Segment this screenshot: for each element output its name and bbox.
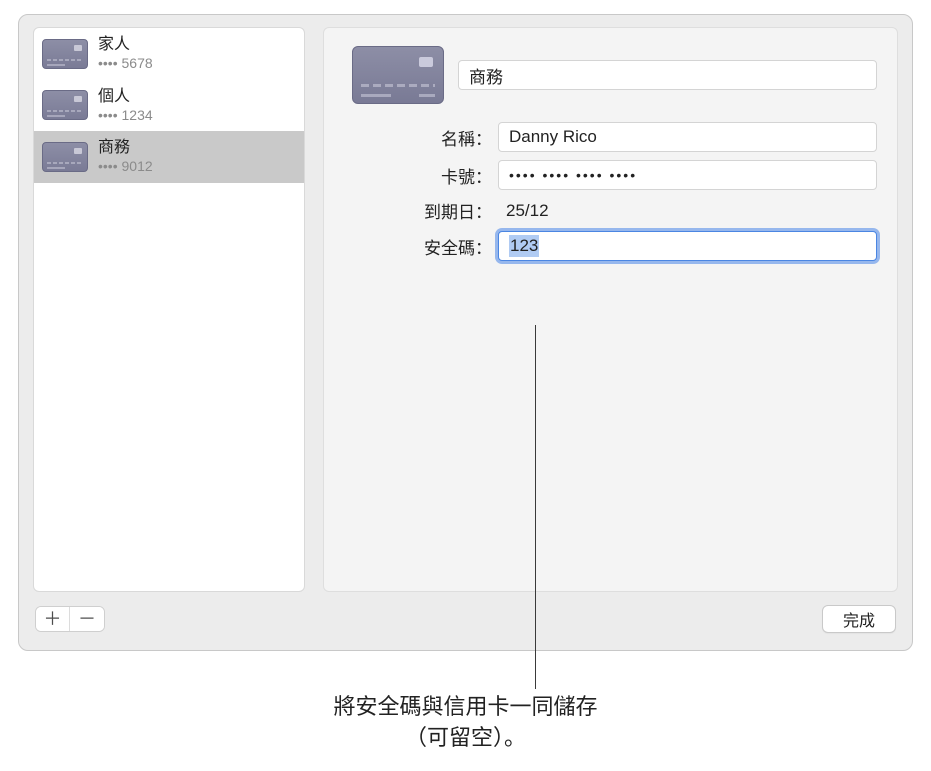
content-area: 家人 •••• 5678 個人 •••• 1234 商務 •••• 9012 [19, 15, 912, 592]
add-remove-group: ＋ － [35, 606, 105, 632]
cards-sidebar-list: 家人 •••• 5678 個人 •••• 1234 商務 •••• 9012 [33, 27, 305, 592]
credit-card-icon [42, 90, 88, 120]
window-footer: ＋ － 完成 [19, 592, 912, 650]
card-item-personal[interactable]: 個人 •••• 1234 [34, 80, 304, 132]
card-item-family[interactable]: 家人 •••• 5678 [34, 28, 304, 80]
expiry-value: 25/12 [498, 201, 549, 221]
credit-card-icon-large [352, 46, 444, 104]
card-number-input[interactable]: •••• •••• •••• •••• [498, 160, 877, 190]
card-item-business[interactable]: 商務 •••• 9012 [34, 131, 304, 183]
expiry-label: 到期日 [352, 198, 498, 223]
form-row-cvv: 安全碼 123 [352, 231, 877, 261]
security-code-input[interactable]: 123 [498, 231, 877, 261]
remove-card-button[interactable]: － [70, 607, 104, 631]
cvv-label: 安全碼 [352, 234, 498, 259]
card-item-last4: •••• 5678 [98, 55, 153, 73]
card-detail-header [352, 46, 877, 104]
card-description-input[interactable] [458, 60, 877, 90]
callout-text: 將安全碼與信用卡一同儲存 （可留空）。 [0, 692, 931, 754]
callout-leader-line [535, 325, 536, 689]
form-row-number: 卡號 •••• •••• •••• •••• [352, 160, 877, 190]
card-item-text: 個人 •••• 1234 [98, 87, 153, 125]
add-card-button[interactable]: ＋ [36, 607, 70, 631]
card-item-title: 商務 [98, 138, 153, 158]
card-item-text: 家人 •••• 5678 [98, 35, 153, 73]
card-item-title: 個人 [98, 87, 153, 107]
card-item-text: 商務 •••• 9012 [98, 138, 153, 176]
form-row-name: 名稱 [352, 122, 877, 152]
card-detail-panel: 名稱 卡號 •••• •••• •••• •••• 到期日 25/12 安全碼 … [323, 27, 898, 592]
done-button[interactable]: 完成 [822, 605, 896, 633]
cardholder-name-input[interactable] [498, 122, 877, 152]
autofill-cards-window: 家人 •••• 5678 個人 •••• 1234 商務 •••• 9012 [18, 14, 913, 651]
card-item-last4: •••• 9012 [98, 158, 153, 176]
credit-card-icon [42, 142, 88, 172]
credit-card-icon [42, 39, 88, 69]
name-label: 名稱 [352, 125, 498, 150]
card-item-last4: •••• 1234 [98, 107, 153, 125]
card-item-title: 家人 [98, 35, 153, 55]
number-label: 卡號 [352, 163, 498, 188]
form-row-expiry: 到期日 25/12 [352, 198, 877, 223]
